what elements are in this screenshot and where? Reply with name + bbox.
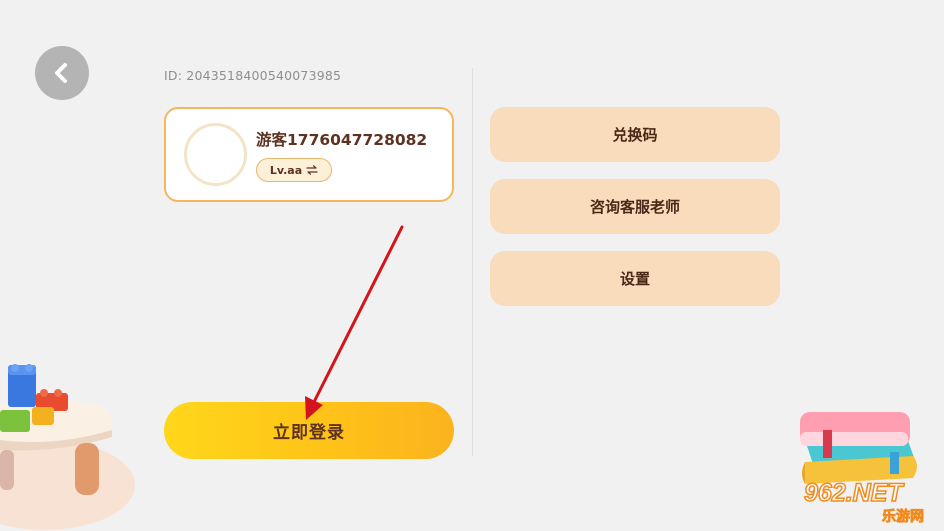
watermark-logo: 962.NET 乐游网 [798,477,938,529]
back-button[interactable] [35,46,89,100]
profile-card: 游客1776047728082 Lv.aa [164,107,454,202]
username: 游客1776047728082 [256,131,428,149]
contact-support-button[interactable]: 咨询客服老师 [490,179,780,234]
chevron-left-icon [55,63,67,83]
avatar[interactable] [184,123,247,186]
redeem-code-button[interactable]: 兑换码 [490,107,780,162]
login-button[interactable]: 立即登录 [164,402,454,459]
vertical-divider [472,68,473,456]
user-id-label: ID: 2043518400540073985 [164,68,342,83]
swap-arrows-icon [306,165,318,175]
watermark-text: 962.NET [804,479,905,507]
settings-button[interactable]: 设置 [490,251,780,306]
toy-table-illustration [0,364,135,530]
watermark-site-text: 乐游网 [882,508,924,525]
level-switch-badge[interactable]: Lv.aa [256,158,332,182]
level-label: Lv.aa [269,163,303,177]
